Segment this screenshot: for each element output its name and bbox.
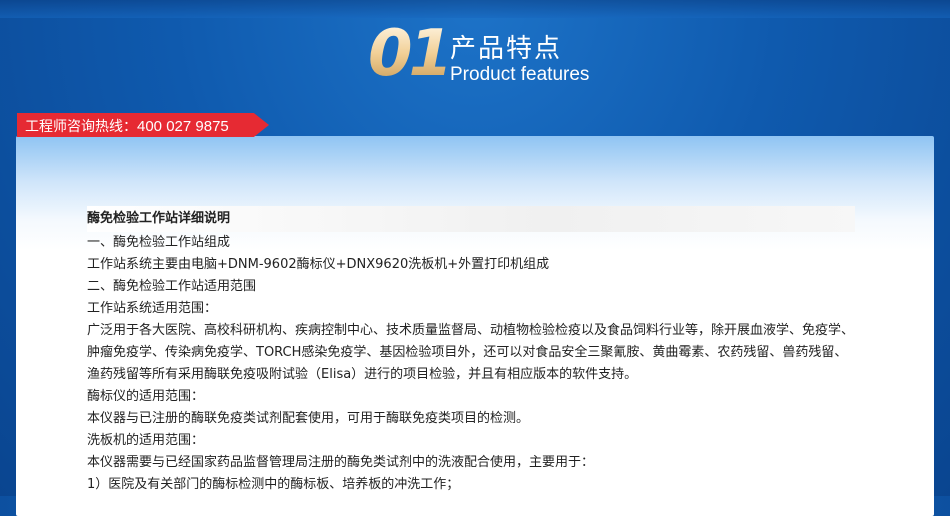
doc-line: 洗板机的适用范围：: [87, 433, 205, 448]
doc-line: 本仪器与已注册的酶联免疫类试剂配套使用，可用于酶联免疫类项目的检测。: [87, 411, 530, 426]
doc-line: 酶标仪的适用范围：: [87, 389, 205, 404]
hotline-label: 工程师咨询热线：: [25, 119, 137, 135]
section-number: 01: [368, 17, 453, 91]
doc-line: 本仪器需要与已经国家药品监督管理局注册的酶免类试剂中的洗液配合使用，主要用于：: [87, 455, 595, 470]
doc-line: 1）医院及有关部门的酶标检测中的酶标板、培养板的冲洗工作；: [87, 477, 460, 492]
doc-line: 工作站系统适用范围：: [87, 301, 218, 316]
section-title-en: Product features: [450, 64, 590, 85]
doc-paragraph: 广泛用于各大医院、高校科研机构、疾病控制中心、技术质量监督局、动植物检验检疫以及…: [87, 323, 855, 382]
hotline-text: 工程师咨询热线：400 027 9875: [25, 116, 229, 136]
doc-title: 酶免检验工作站详细说明: [87, 206, 855, 232]
doc-line: 一、酶免检验工作站组成: [87, 235, 231, 250]
hotline-phone: 400 027 9875: [137, 118, 229, 135]
product-description: 酶免检验工作站详细说明 一、酶免检验工作站组成 工作站系统主要由电脑+DNM-9…: [87, 206, 855, 496]
doc-line: 二、酶免检验工作站适用范围: [87, 279, 257, 294]
hotline-banner: 工程师咨询热线：400 027 9875: [17, 113, 269, 137]
section-header: 01 产品特点 Product features: [0, 0, 950, 110]
section-title-cn: 产品特点: [450, 34, 563, 64]
doc-line: 工作站系统主要由电脑+DNM-9602酶标仪+DNX9620洗板机+外置打印机组…: [87, 257, 550, 272]
